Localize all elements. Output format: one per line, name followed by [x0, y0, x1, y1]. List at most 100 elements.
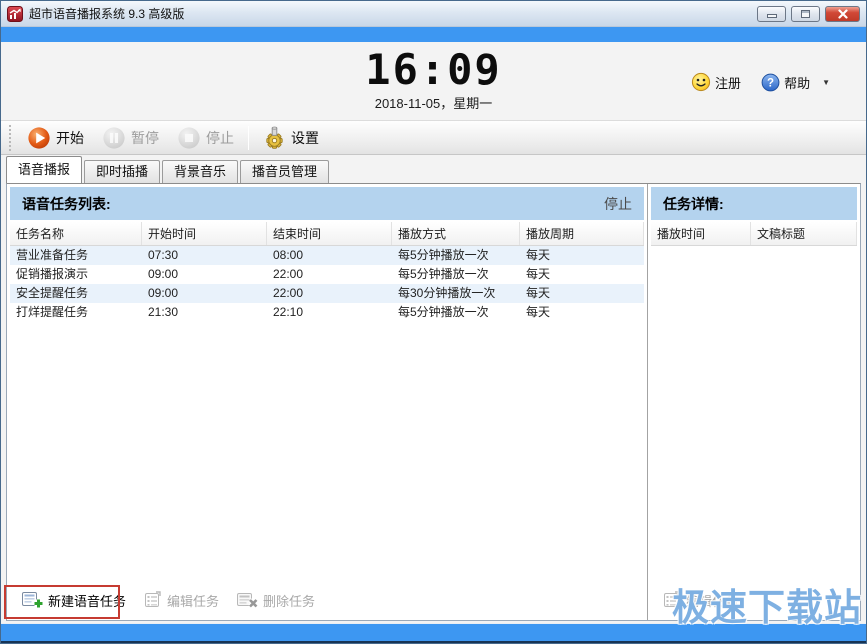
column-header-play-time[interactable]: 播放时间 [651, 222, 751, 245]
tab-instant-insert[interactable]: 即时插播 [84, 160, 160, 183]
pause-button[interactable]: 暂停 [93, 123, 168, 153]
stop-icon [177, 126, 201, 150]
detail-table-header: 播放时间 文稿标题 [651, 222, 857, 246]
cell-start-time: 09:00 [142, 284, 267, 303]
cell-play-cycle: 每天 [520, 284, 644, 303]
table-row[interactable]: 促销播报演示 09:00 22:00 每5分钟播放一次 每天 [10, 265, 644, 284]
tab-voice-broadcast[interactable]: 语音播报 [6, 156, 82, 183]
accent-bar-top [1, 27, 866, 42]
register-button[interactable]: 注册 [691, 72, 741, 92]
register-label: 注册 [715, 73, 741, 92]
pause-icon [102, 126, 126, 150]
account-links: 注册 ? 帮助 ▼ [691, 72, 830, 92]
detail-table-body [651, 246, 857, 583]
task-table-header: 任务名称 开始时间 结束时间 播放方式 播放周期 [10, 222, 644, 246]
task-list-title: 语音任务列表: [22, 194, 111, 214]
stop-label: 停止 [206, 128, 234, 148]
maximize-icon [801, 10, 810, 18]
tab-announcer-management[interactable]: 播音员管理 [240, 160, 329, 183]
start-label: 开始 [56, 128, 84, 148]
pause-label: 暂停 [131, 128, 159, 148]
delete-task-label: 删除任务 [263, 591, 315, 610]
task-table-body: 营业准备任务 07:30 08:00 每5分钟播放一次 每天 促销播报演示 09… [10, 246, 644, 583]
tab-background-music[interactable]: 背景音乐 [162, 160, 238, 183]
pane-divider [647, 184, 648, 620]
window-title: 超市语音播报系统 9.3 高级版 [29, 5, 184, 22]
task-detail-pane: 任务详情: 播放时间 文稿标题 编辑任务 [651, 187, 857, 617]
cell-end-time: 22:00 [267, 265, 392, 284]
chevron-down-icon: ▼ [822, 78, 830, 87]
app-logo-icon [7, 6, 23, 22]
edit-task-label: 编辑任务 [167, 591, 219, 610]
cell-task-name: 打烊提醒任务 [10, 303, 142, 322]
cell-end-time: 22:10 [267, 303, 392, 322]
new-task-icon [22, 591, 43, 609]
delete-task-button[interactable]: 删除任务 [233, 589, 319, 612]
detail-edit-task-button[interactable]: 编辑任务 [659, 589, 742, 612]
cell-start-time: 21:30 [142, 303, 267, 322]
close-button[interactable] [825, 6, 860, 22]
cell-play-mode: 每5分钟播放一次 [392, 246, 520, 265]
column-header-start-time[interactable]: 开始时间 [142, 222, 267, 245]
column-header-task-name[interactable]: 任务名称 [10, 222, 142, 245]
play-icon [27, 126, 51, 150]
column-header-script-title[interactable]: 文稿标题 [751, 222, 857, 245]
table-row[interactable]: 安全提醒任务 09:00 22:00 每30分钟播放一次 每天 [10, 284, 644, 303]
delete-task-icon [237, 591, 258, 609]
edit-task-button[interactable]: 编辑任务 [140, 589, 223, 612]
minimize-icon [767, 14, 777, 18]
new-task-button[interactable]: 新建语音任务 [18, 589, 130, 612]
cell-play-cycle: 每天 [520, 265, 644, 284]
cell-task-name: 营业准备任务 [10, 246, 142, 265]
cell-task-name: 促销播报演示 [10, 265, 142, 284]
statusbar [1, 623, 866, 643]
detail-edit-task-label: 编辑任务 [686, 591, 738, 610]
detail-actions: 编辑任务 [651, 583, 857, 617]
cell-play-mode: 每5分钟播放一次 [392, 303, 520, 322]
tab-content: 语音任务列表: 停止 任务名称 开始时间 结束时间 播放方式 播放周期 营业准备… [6, 183, 861, 621]
start-button[interactable]: 开始 [18, 123, 93, 153]
help-button[interactable]: ? 帮助 ▼ [761, 73, 830, 92]
toolbar-separator [248, 126, 249, 150]
new-task-label: 新建语音任务 [48, 591, 126, 610]
smiley-icon [691, 72, 711, 92]
column-header-play-cycle[interactable]: 播放周期 [520, 222, 644, 245]
tabbar: 语音播报 即时插播 背景音乐 播音员管理 [1, 155, 866, 183]
help-icon: ? [761, 73, 780, 92]
toolbar-grip [9, 125, 12, 151]
edit-task-icon [144, 591, 162, 609]
help-label: 帮助 [784, 73, 810, 92]
table-row[interactable]: 打烊提醒任务 21:30 22:10 每5分钟播放一次 每天 [10, 303, 644, 322]
gear-icon [263, 126, 286, 149]
cell-start-time: 09:00 [142, 265, 267, 284]
cell-end-time: 08:00 [267, 246, 392, 265]
playback-toolbar: 开始 暂停 停止 [1, 120, 866, 155]
cell-play-cycle: 每天 [520, 303, 644, 322]
column-header-end-time[interactable]: 结束时间 [267, 222, 392, 245]
settings-label: 设置 [291, 128, 319, 148]
task-detail-title: 任务详情: [663, 194, 724, 214]
stop-button[interactable]: 停止 [168, 123, 243, 153]
clock-date: 2018-11-05，星期一 [1, 93, 866, 112]
task-detail-header: 任务详情: [651, 187, 857, 220]
cell-play-cycle: 每天 [520, 246, 644, 265]
app-window: 超市语音播报系统 9.3 高级版 16:09 2018-11-05，星期一 [0, 0, 867, 644]
maximize-button[interactable] [791, 6, 820, 22]
settings-button[interactable]: 设置 [254, 123, 328, 152]
close-icon [838, 9, 848, 19]
task-list-pane: 语音任务列表: 停止 任务名称 开始时间 结束时间 播放方式 播放周期 营业准备… [10, 187, 644, 617]
column-header-play-mode[interactable]: 播放方式 [392, 222, 520, 245]
cell-end-time: 22:00 [267, 284, 392, 303]
svg-text:?: ? [767, 77, 774, 89]
window-controls [757, 6, 860, 22]
titlebar: 超市语音播报系统 9.3 高级版 [1, 1, 866, 27]
cell-play-mode: 每30分钟播放一次 [392, 284, 520, 303]
playback-status: 停止 [604, 194, 632, 214]
cell-play-mode: 每5分钟播放一次 [392, 265, 520, 284]
task-actions: 新建语音任务 编辑任务 [10, 583, 644, 617]
cell-task-name: 安全提醒任务 [10, 284, 142, 303]
table-row[interactable]: 营业准备任务 07:30 08:00 每5分钟播放一次 每天 [10, 246, 644, 265]
minimize-button[interactable] [757, 6, 786, 22]
cell-start-time: 07:30 [142, 246, 267, 265]
task-list-header: 语音任务列表: 停止 [10, 187, 644, 220]
